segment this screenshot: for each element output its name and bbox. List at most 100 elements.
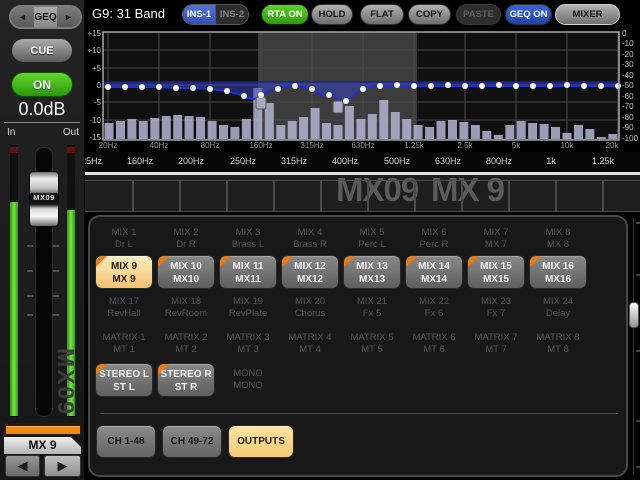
mix-button-mix-15[interactable]: MIX 15MX15 [467,255,525,289]
item-label-line: MIX 17 [93,296,155,308]
item-label-line: MT 3 [217,344,279,356]
band-dot[interactable] [428,83,434,89]
channel-overview-strip[interactable]: MX09 MX 9 [85,175,640,212]
band-dot[interactable] [615,83,621,89]
band-dot[interactable] [547,83,553,89]
band-dot[interactable] [377,83,383,89]
matrix-item: MATRIX 6MT 6 [403,332,465,356]
band-dot[interactable] [173,85,179,91]
matrix-item: MATRIX 1MT 1 [93,332,155,356]
band-dot[interactable] [479,83,485,89]
band-dot[interactable] [122,84,128,90]
item-label-line: MIX 20 [279,296,341,308]
matrix-item: MATRIX 4MT 4 [279,332,341,356]
ins1-tab[interactable]: INS-1 [183,5,215,24]
band-dot[interactable] [309,86,315,92]
band-dot[interactable] [411,83,417,89]
rta-bar [459,122,468,139]
band-dot[interactable] [581,83,587,89]
band-dot[interactable] [394,82,400,88]
band-dot[interactable] [343,98,349,104]
rta-bar [368,114,377,139]
band-handle[interactable] [256,97,266,109]
band-dot[interactable] [139,84,145,90]
mix-button-mix-10[interactable]: MIX 10MX10 [157,255,215,289]
fader-tick [27,245,33,247]
tab-ch-49-72[interactable]: CH 49-72 [162,425,222,458]
mix-item: MIX 8MX 8 [527,227,589,251]
panel-scrollbar-thumb[interactable] [629,302,639,328]
fader-level-value: 0.0dB [0,99,84,120]
geq-prev-button[interactable]: ◄ [11,7,34,27]
mix-button-mix-16[interactable]: MIX 16MX16 [529,255,587,289]
scrollbar-tick [636,274,640,276]
geq-next-button[interactable]: ► [57,7,80,27]
tab-ch-1-48[interactable]: CH 1-48 [96,425,156,458]
mix-button-mix-12[interactable]: MIX 12MX12 [281,255,339,289]
band-handle[interactable] [333,101,343,113]
mix-button-mix-9[interactable]: MIX 9MX 9 [95,255,153,289]
band-range-strip[interactable]: 125Hz160Hz200Hz250Hz315Hz400Hz500Hz630Hz… [85,152,640,172]
rta-bar [414,125,423,139]
cue-button[interactable]: CUE [11,38,73,63]
ins2-tab[interactable]: INS-2 [215,5,248,24]
axis-label-left: +10 [85,46,101,55]
item-label-line: MIX 2 [155,227,217,239]
axis-label-right: -40 [622,71,640,80]
stereo-button-r[interactable]: STEREO RST R [157,363,215,397]
panel-scrollbar-track[interactable] [633,218,634,474]
freq-label: 40Hz [141,141,177,150]
stereo-button-l[interactable]: STEREO LST L [95,363,153,397]
band-dot[interactable] [105,84,111,90]
band-dot[interactable] [513,83,519,89]
overview-cell-border [132,180,134,211]
meter-out-label: Out [55,127,79,138]
overview-cell-border [555,180,557,211]
band-dot[interactable] [445,82,451,88]
band-dot[interactable] [564,82,570,88]
band-dot[interactable] [530,83,536,89]
fader-knob[interactable]: MX09 [29,171,59,227]
rta-bar [540,124,549,139]
mixer-button[interactable]: MIXER [555,4,620,25]
band-dot[interactable] [156,84,162,90]
band-dot[interactable] [360,86,366,92]
mix-button-mix-13[interactable]: MIX 13MX13 [343,255,401,289]
mix-button-mix-11[interactable]: MIX 11MX11 [219,255,277,289]
band-dot[interactable] [258,92,264,98]
band-dot[interactable] [207,86,213,92]
item-label-line: MIX 12 [282,260,338,273]
item-label-line: Dr R [155,239,217,251]
band-dot[interactable] [496,82,502,88]
band-strip-label: 1k [529,156,573,166]
band-dot[interactable] [224,88,230,94]
mix-item: MIX 4Brass R [279,227,341,251]
geq-graph[interactable] [85,28,640,152]
rta-bar [139,121,148,139]
tab-outputs[interactable]: OUTPUTS [228,425,294,458]
geq-plot[interactable] [85,28,640,152]
overview-cell-border [414,180,416,211]
band-dot[interactable] [275,86,281,92]
band-dot[interactable] [241,93,247,99]
hold-button[interactable]: HOLD [311,4,353,25]
mix-button-mix-14[interactable]: MIX 14MX14 [405,255,463,289]
channel-sidebar: ◄ GEQ ► CUE ON 0.0dB In Out MX09 MX09 [0,0,86,480]
rta-on-button[interactable]: RTA ON [261,4,309,25]
geq-on-button[interactable]: GEQ ON [505,4,552,25]
band-dot[interactable] [190,85,196,91]
item-label-line: MX14 [406,273,462,286]
channel-next-button[interactable]: ▶ [44,455,81,477]
band-dot[interactable] [462,83,468,89]
item-label-line: MIX 16 [530,260,586,273]
flat-button[interactable]: FLAT [360,4,404,25]
rta-bar [150,118,159,139]
freq-label: 315Hz [294,141,330,150]
item-label-line: MX16 [530,273,586,286]
band-dot[interactable] [292,83,298,89]
copy-button[interactable]: COPY [408,4,451,25]
band-dot[interactable] [598,83,604,89]
channel-on-button[interactable]: ON [11,72,73,97]
band-dot[interactable] [326,92,332,98]
channel-prev-button[interactable]: ◀ [5,455,40,477]
